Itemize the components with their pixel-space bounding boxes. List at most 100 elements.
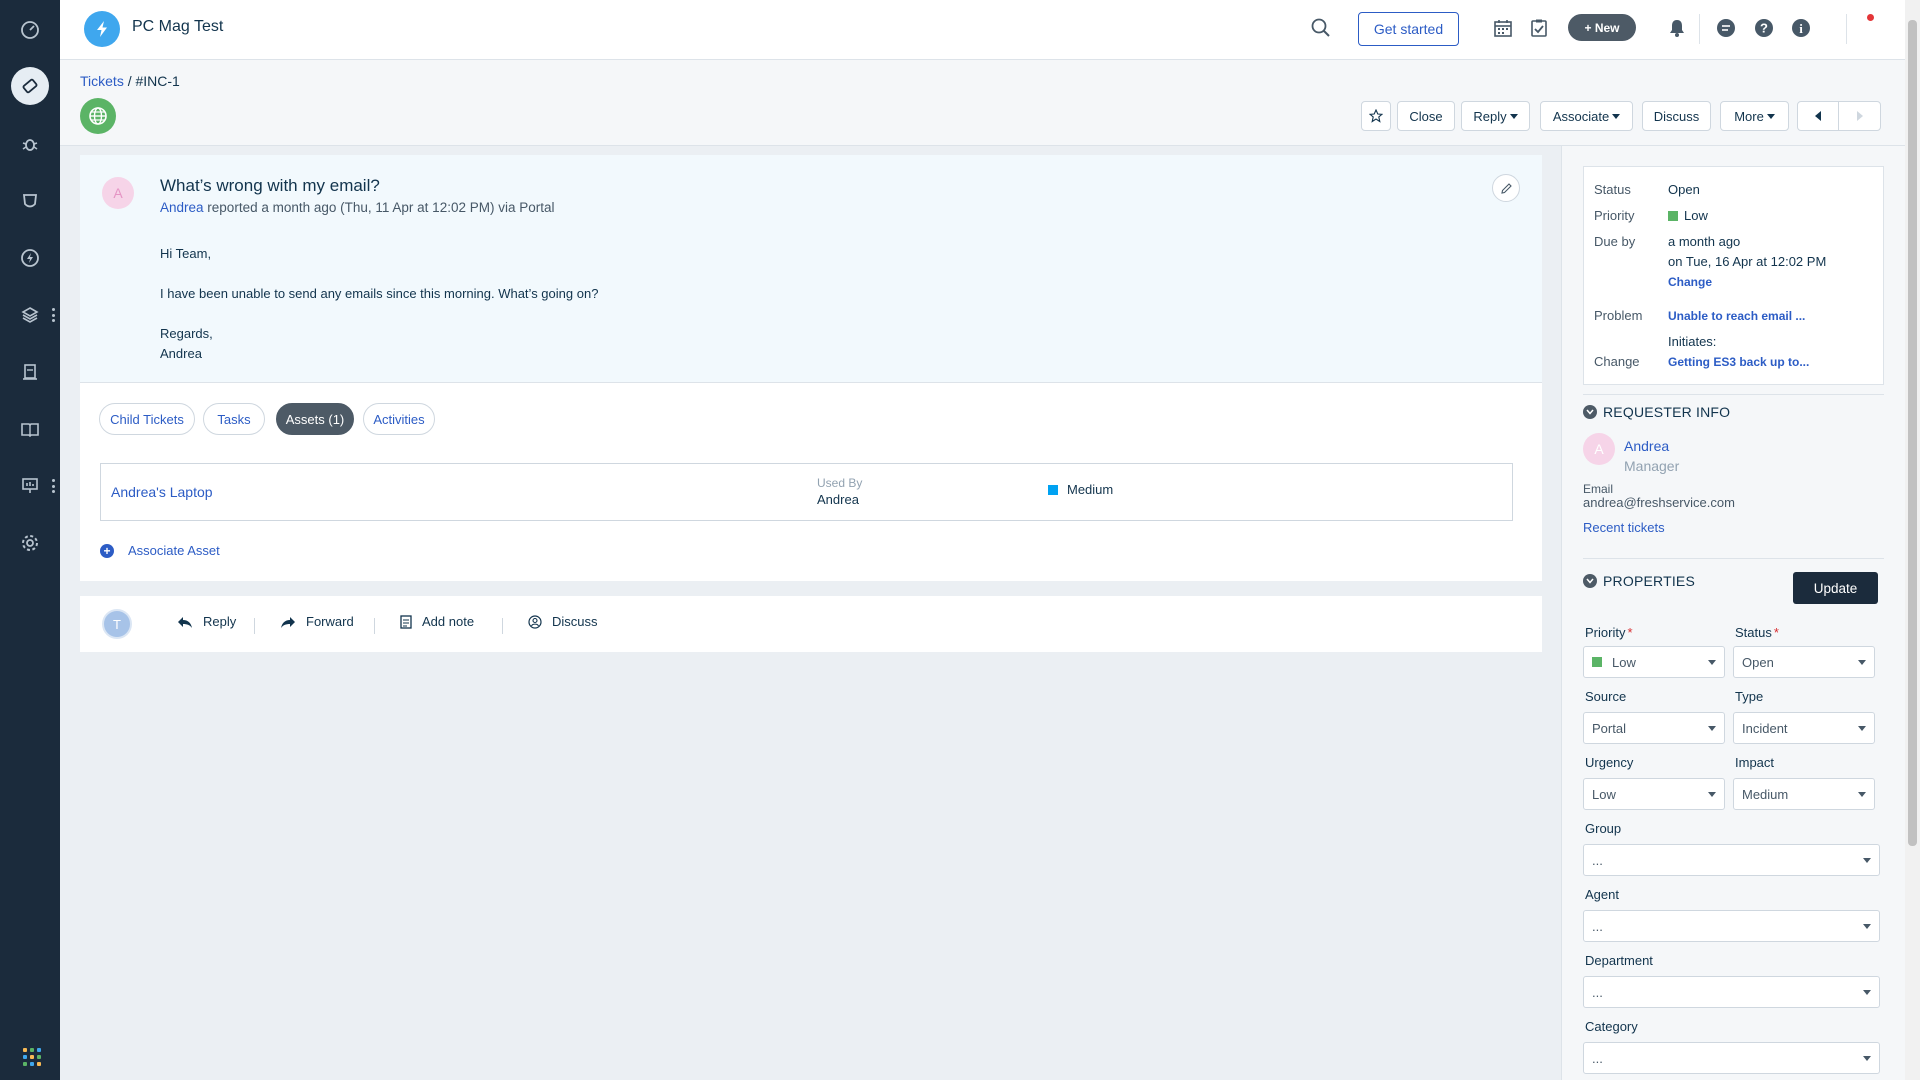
associate-asset-button[interactable]: + Associate Asset <box>100 543 220 558</box>
urgency-select[interactable]: Low <box>1583 778 1725 810</box>
new-button[interactable]: + New <box>1568 14 1636 41</box>
nav-dashboard[interactable] <box>0 10 60 50</box>
status-select[interactable]: Open <box>1733 646 1875 678</box>
left-nav-rail <box>0 0 60 1080</box>
sla-priority-text: Low <box>1684 208 1708 223</box>
tab-assets[interactable]: Assets (1) <box>276 403 354 435</box>
type-select[interactable]: Incident <box>1733 712 1875 744</box>
chat-icon[interactable] <box>1714 16 1738 40</box>
more-dropdown-button[interactable]: More <box>1720 101 1789 131</box>
close-ticket-button[interactable]: Close <box>1397 101 1455 131</box>
todo-checklist-icon[interactable] <box>1527 16 1551 40</box>
category-select[interactable]: ... <box>1583 1042 1880 1074</box>
tab-tasks[interactable]: Tasks <box>203 403 265 435</box>
page-scrollbar[interactable] <box>1905 0 1920 1080</box>
scrollbar-thumb[interactable] <box>1908 20 1917 846</box>
get-started-button[interactable]: Get started <box>1358 12 1459 46</box>
body-greeting: Hi Team, <box>160 246 212 261</box>
nav-assets-more-icon[interactable] <box>50 308 56 322</box>
agent-avatar: T <box>102 609 132 639</box>
freshservice-logo[interactable] <box>84 11 120 47</box>
calendar-icon[interactable] <box>1491 16 1515 40</box>
discuss-button[interactable]: Discuss <box>1642 101 1711 131</box>
info-icon[interactable]: i <box>1789 16 1813 40</box>
nav-reports-more-icon[interactable] <box>50 479 56 493</box>
associate-dropdown-button[interactable]: Associate <box>1540 101 1633 131</box>
chevron-left-icon <box>1815 111 1821 121</box>
sla-due-label: Due by <box>1594 234 1636 249</box>
nav-problems[interactable] <box>0 124 60 164</box>
sla-problem-link[interactable]: Unable to reach email ... <box>1668 309 1805 323</box>
nav-tickets[interactable] <box>0 66 60 106</box>
requester-info-name-link[interactable]: Andrea <box>1624 438 1669 454</box>
tab-activities[interactable]: Activities <box>363 403 435 435</box>
sla-change-label: Change <box>1594 354 1640 369</box>
requester-name-link[interactable]: Andrea <box>160 200 204 215</box>
urgency-field-label: Urgency <box>1585 755 1634 770</box>
breadcrumb-separator: / <box>123 73 136 89</box>
forward-button[interactable]: Forward <box>280 614 354 629</box>
next-ticket-button[interactable] <box>1839 102 1880 130</box>
priority-field-label: Priority * <box>1585 625 1633 640</box>
notifications-bell-icon[interactable] <box>1665 16 1689 40</box>
discuss-icon <box>528 614 542 629</box>
nav-purchase-orders[interactable] <box>0 352 60 392</box>
edit-ticket-button[interactable] <box>1492 174 1520 202</box>
ticket-subject: What’s wrong with my email? <box>160 176 380 195</box>
previous-ticket-button[interactable] <box>1798 102 1840 130</box>
recent-tickets-link[interactable]: Recent tickets <box>1583 520 1665 535</box>
reply-button[interactable]: Reply <box>177 614 236 629</box>
priority-low-indicator <box>1592 657 1602 667</box>
reply-dropdown-button[interactable]: Reply <box>1461 101 1530 131</box>
impact-select[interactable]: Medium <box>1733 778 1875 810</box>
associate-dropdown-label: Associate <box>1552 108 1610 124</box>
workspace-title: PC Mag Test <box>132 18 224 35</box>
asset-impact: Medium <box>1048 482 1113 497</box>
priority-select-value: Low <box>1612 654 1636 670</box>
body-closing: Regards, <box>160 326 213 341</box>
nav-solutions[interactable] <box>0 409 60 449</box>
agent-select[interactable]: ... <box>1583 910 1880 942</box>
chevron-down-icon <box>1612 113 1621 119</box>
star-button[interactable] <box>1361 101 1391 131</box>
sla-change-record-link[interactable]: Getting ES3 back up to... <box>1668 355 1809 369</box>
asset-used-by-value: Andrea <box>817 492 859 507</box>
priority-select[interactable]: Low <box>1583 646 1725 678</box>
chevron-down-icon <box>1708 660 1716 665</box>
nav-releases[interactable] <box>0 238 60 278</box>
requester-info-heading[interactable]: REQUESTER INFO <box>1583 404 1730 420</box>
impact-select-value: Medium <box>1742 786 1789 802</box>
type-field-label: Type <box>1735 689 1764 704</box>
agent-field-label: Agent <box>1585 887 1619 902</box>
tab-child-tickets[interactable]: Child Tickets <box>99 403 195 435</box>
reply-arrow-icon <box>178 616 192 628</box>
search-icon[interactable] <box>1310 17 1332 39</box>
sla-summary-box: Status Open Priority Low Due by a month … <box>1583 166 1884 385</box>
nav-changes[interactable] <box>0 181 60 221</box>
add-note-button[interactable]: Add note <box>400 614 474 629</box>
presentation-chart-icon <box>22 478 38 493</box>
discuss-bar-button[interactable]: Discuss <box>528 614 598 629</box>
forward-label: Forward <box>306 614 354 629</box>
nav-admin[interactable] <box>0 523 60 563</box>
svg-text:?: ? <box>1760 21 1768 36</box>
chevron-down-circle-icon <box>1583 574 1597 588</box>
sla-change-due-link[interactable]: Change <box>1668 275 1712 289</box>
properties-heading[interactable]: PROPERTIES <box>1583 573 1695 589</box>
chevron-down-icon <box>1863 1056 1871 1061</box>
department-select-value: ... <box>1592 984 1603 1000</box>
apps-grid-icon[interactable] <box>23 1048 41 1066</box>
gear-icon <box>22 535 38 551</box>
breadcrumb-tickets-link[interactable]: Tickets <box>80 73 124 89</box>
asset-name-link[interactable]: Andrea's Laptop <box>111 484 213 500</box>
department-select[interactable]: ... <box>1583 976 1880 1008</box>
source-select[interactable]: Portal <box>1583 712 1725 744</box>
more-dropdown-label: More <box>1734 108 1764 124</box>
requester-info-role: Manager <box>1624 458 1680 474</box>
chevron-down-icon <box>1863 924 1871 929</box>
group-select[interactable]: ... <box>1583 844 1880 876</box>
ticket-icon <box>22 78 38 94</box>
help-icon[interactable]: ? <box>1752 16 1776 40</box>
update-properties-button[interactable]: Update <box>1793 572 1878 604</box>
source-field-label: Source <box>1585 689 1627 704</box>
